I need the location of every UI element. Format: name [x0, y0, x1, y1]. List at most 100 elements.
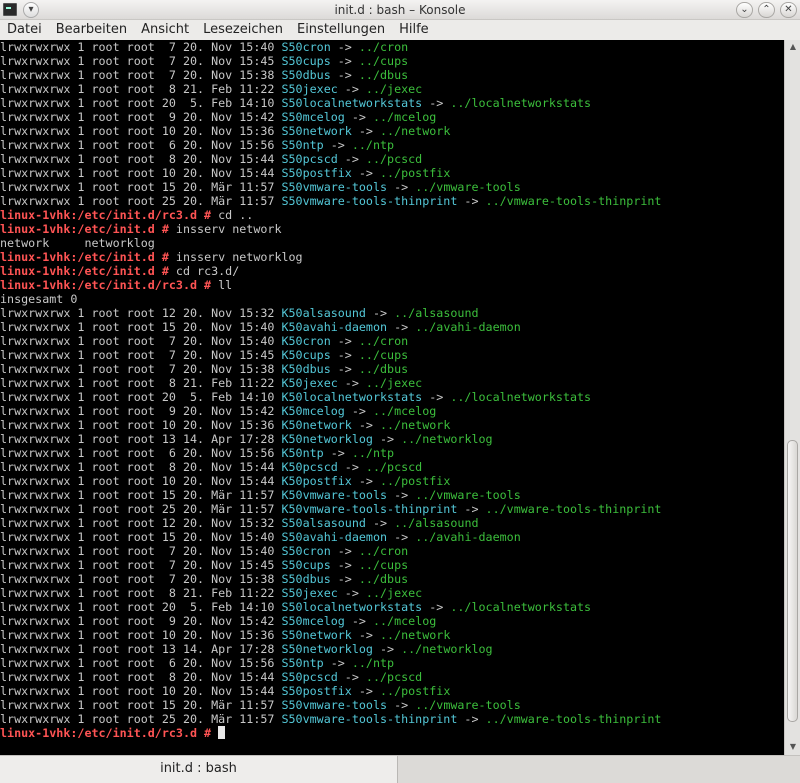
symlink-target: ../postfix: [380, 166, 451, 180]
symlink-arrow: ->: [337, 460, 366, 474]
symlink-target: ../avahi-daemon: [415, 320, 521, 334]
symlink-target: ../vmware-tools: [415, 698, 521, 712]
symlink-name: K50ntp: [281, 446, 324, 460]
window-titlebar[interactable]: ▾ init.d : bash – Konsole ⌄ ⌃ ✕: [0, 0, 800, 20]
symlink-name: S50alsasound: [281, 516, 366, 530]
ls-output-row: lrwxrwxrwx 1 root root 6 20. Nov 15:56 S…: [0, 138, 784, 152]
file-meta: lrwxrwxrwx 1 root root 7 20. Nov 15:40: [0, 40, 282, 54]
menu-ansicht[interactable]: Ansicht: [134, 20, 196, 40]
file-meta: lrwxrwxrwx 1 root root 7 20. Nov 15:40: [0, 544, 282, 558]
terminal-output[interactable]: lrwxrwxrwx 1 root root 7 20. Nov 15:40 S…: [0, 40, 784, 755]
symlink-target: ../postfix: [380, 474, 451, 488]
file-meta: lrwxrwxrwx 1 root root 8 20. Nov 15:44: [0, 670, 282, 684]
symlink-target: ../network: [380, 628, 451, 642]
scrollbar-thumb[interactable]: [787, 440, 798, 722]
symlink-arrow: ->: [330, 68, 359, 82]
symlink-name: S50pcscd: [281, 670, 338, 684]
command-text: ll: [211, 278, 233, 292]
symlink-target: ../vmware-tools: [415, 488, 521, 502]
file-meta: lrwxrwxrwx 1 root root 15 20. Mär 11:57: [0, 698, 282, 712]
ls-output-row: lrwxrwxrwx 1 root root 9 20. Nov 15:42 S…: [0, 614, 784, 628]
symlink-arrow: ->: [337, 586, 366, 600]
symlink-name: K50mcelog: [281, 404, 345, 418]
menu-hilfe[interactable]: Hilfe: [392, 20, 436, 40]
symlink-target: ../network: [380, 124, 451, 138]
ls-output-row: lrwxrwxrwx 1 root root 9 20. Nov 15:42 K…: [0, 404, 784, 418]
symlink-name: K50postfix: [281, 474, 352, 488]
ls-output-row: lrwxrwxrwx 1 root root 20 5. Feb 14:10 S…: [0, 96, 784, 110]
tab-init-d-bash[interactable]: init.d : bash: [0, 756, 398, 783]
ls-output-row: lrwxrwxrwx 1 root root 10 20. Nov 15:36 …: [0, 124, 784, 138]
symlink-name: K50dbus: [281, 362, 331, 376]
file-meta: lrwxrwxrwx 1 root root 15 20. Nov 15:40: [0, 320, 282, 334]
symlink-target: ../networklog: [401, 642, 493, 656]
ls-output-row: lrwxrwxrwx 1 root root 6 20. Nov 15:56 K…: [0, 446, 784, 460]
shell-prompt: linux-1vhk:/etc/init.d/rc3.d #: [0, 278, 212, 292]
symlink-name: S50dbus: [281, 68, 331, 82]
command-line: linux-1vhk:/etc/init.d/rc3.d # ll: [0, 278, 784, 292]
maximize-button[interactable]: ⌃: [758, 2, 775, 18]
symlink-name: S50network: [281, 628, 352, 642]
symlink-arrow: ->: [387, 530, 416, 544]
symlink-name: S50vmware-tools-thinprint: [281, 194, 458, 208]
symlink-target: ../cron: [358, 40, 409, 54]
symlink-name: S50mcelog: [281, 110, 345, 124]
file-meta: lrwxrwxrwx 1 root root 10 20. Nov 15:36: [0, 124, 282, 138]
close-button[interactable]: ✕: [780, 2, 797, 18]
symlink-target: ../ntp: [351, 656, 395, 670]
symlink-arrow: ->: [337, 376, 366, 390]
symlink-target: ../alsasound: [394, 306, 479, 320]
file-meta: lrwxrwxrwx 1 root root 7 20. Nov 15:38: [0, 572, 282, 586]
file-meta: lrwxrwxrwx 1 root root 8 20. Nov 15:44: [0, 460, 282, 474]
symlink-name: S50ntp: [281, 138, 324, 152]
shell-prompt: linux-1vhk:/etc/init.d #: [0, 264, 169, 278]
symlink-arrow: ->: [330, 348, 359, 362]
file-meta: lrwxrwxrwx 1 root root 7 20. Nov 15:45: [0, 558, 282, 572]
file-meta: lrwxrwxrwx 1 root root 12 20. Nov 15:32: [0, 306, 282, 320]
symlink-name: K50network: [281, 418, 352, 432]
ls-output-row: lrwxrwxrwx 1 root root 7 20. Nov 15:38 S…: [0, 68, 784, 82]
symlink-arrow: ->: [330, 362, 359, 376]
symlink-target: ../mcelog: [372, 110, 437, 124]
file-meta: lrwxrwxrwx 1 root root 25 20. Mär 11:57: [0, 502, 282, 516]
symlink-arrow: ->: [330, 40, 359, 54]
file-meta: lrwxrwxrwx 1 root root 15 20. Mär 11:57: [0, 180, 282, 194]
shell-prompt: linux-1vhk:/etc/init.d #: [0, 222, 169, 236]
command-text: cd ..: [211, 208, 254, 222]
file-meta: lrwxrwxrwx 1 root root 7 20. Nov 15:40: [0, 334, 282, 348]
symlink-arrow: ->: [337, 82, 366, 96]
file-meta: lrwxrwxrwx 1 root root 9 20. Nov 15:42: [0, 614, 282, 628]
scroll-down-icon[interactable]: ▼: [786, 740, 800, 754]
ls-output-row: lrwxrwxrwx 1 root root 20 5. Feb 14:10 K…: [0, 390, 784, 404]
symlink-target: ../jexec: [365, 376, 423, 390]
symlink-target: ../postfix: [380, 684, 451, 698]
ls-output-row: lrwxrwxrwx 1 root root 25 20. Mär 11:57 …: [0, 712, 784, 726]
symlink-name: S50cron: [281, 544, 331, 558]
menu-datei[interactable]: Datei: [0, 20, 49, 40]
symlink-target: ../networklog: [401, 432, 493, 446]
terminal-scrollbar[interactable]: ▲ ▼: [784, 40, 800, 755]
scroll-up-icon[interactable]: ▲: [786, 40, 800, 54]
symlink-arrow: ->: [330, 558, 359, 572]
ls-output-row: lrwxrwxrwx 1 root root 7 20. Nov 15:45 S…: [0, 54, 784, 68]
symlink-arrow: ->: [344, 404, 373, 418]
menu-lesezeichen[interactable]: Lesezeichen: [196, 20, 290, 40]
file-meta: lrwxrwxrwx 1 root root 20 5. Feb 14:10: [0, 390, 282, 404]
file-meta: lrwxrwxrwx 1 root root 15 20. Nov 15:40: [0, 530, 282, 544]
menu-bearbeiten[interactable]: Bearbeiten: [49, 20, 134, 40]
symlink-arrow: ->: [351, 124, 380, 138]
minimize-button[interactable]: ⌄: [736, 2, 753, 18]
symlink-name: S50cron: [281, 40, 331, 54]
symlink-arrow: ->: [457, 502, 486, 516]
maximize-icon: ⌃: [762, 4, 771, 15]
ls-output-row: lrwxrwxrwx 1 root root 10 20. Nov 15:36 …: [0, 418, 784, 432]
menu-einstellungen[interactable]: Einstellungen: [290, 20, 392, 40]
file-meta: lrwxrwxrwx 1 root root 25 20. Mär 11:57: [0, 194, 282, 208]
symlink-target: ../localnetworkstats: [450, 600, 592, 614]
symlink-name: K50pcscd: [281, 460, 338, 474]
symlink-target: ../localnetworkstats: [450, 96, 592, 110]
symlink-arrow: ->: [351, 628, 380, 642]
symlink-target: ../avahi-daemon: [415, 530, 521, 544]
menubar: Datei Bearbeiten Ansicht Lesezeichen Ein…: [0, 20, 800, 40]
ls-output-row: lrwxrwxrwx 1 root root 15 20. Mär 11:57 …: [0, 488, 784, 502]
